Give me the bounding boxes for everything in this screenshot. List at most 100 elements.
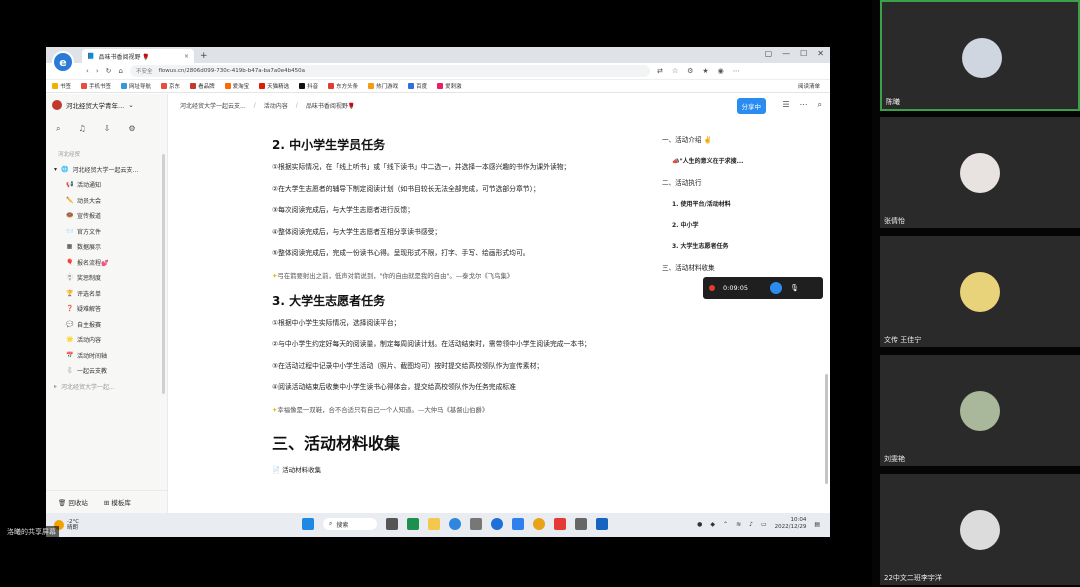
bookmark-item[interactable]: 热门游戏 — [368, 82, 398, 90]
excel-icon[interactable] — [407, 518, 419, 530]
extensions-icon[interactable]: ⚙ — [687, 67, 693, 75]
start-icon[interactable] — [302, 518, 314, 530]
search-icon[interactable]: ⌕ — [56, 124, 60, 140]
participant-tile[interactable]: 陈曦 — [880, 0, 1080, 111]
bookmark-item[interactable]: 看品牌 — [190, 82, 215, 90]
participant-tile[interactable]: 22中文二班李宇洋 — [880, 474, 1080, 585]
settings-icon[interactable]: ⚙ — [128, 124, 135, 140]
screenshot-icon[interactable] — [575, 518, 587, 530]
reading-list[interactable]: 阅读清单 — [798, 82, 820, 90]
sidebar-item[interactable]: ❓ 疑难解答 — [46, 301, 167, 317]
wps-icon[interactable] — [554, 518, 566, 530]
more-icon[interactable]: ⋯ — [800, 100, 808, 110]
collections-star-icon[interactable]: ★ — [702, 67, 708, 75]
search-page-icon[interactable]: ⌕ — [818, 100, 822, 110]
shield-icon[interactable]: ◆ — [710, 521, 715, 528]
edge-icon[interactable] — [449, 518, 461, 530]
back-icon[interactable]: ‹ — [86, 67, 89, 75]
url-field[interactable]: 不安全 flowus.cn/2806d099-730c-419b-b47a-ba… — [129, 65, 650, 77]
minimize-button[interactable]: — — [782, 49, 790, 58]
templates-button[interactable]: ⊞ 模板库 — [104, 497, 131, 507]
sidebar-item[interactable]: 🏆 评选名单 — [46, 286, 167, 302]
workspace-switcher[interactable]: 河北经贸大学青年... ⌄ — [46, 94, 167, 116]
sidebar-item[interactable]: ▦ 数据展示 — [46, 239, 167, 255]
wifi-icon[interactable]: ≋ — [736, 521, 741, 528]
tab-close-icon[interactable]: × — [184, 53, 189, 60]
toc-item[interactable]: 三、活动材料收集 — [662, 262, 822, 272]
page-scrollbar[interactable] — [825, 374, 828, 484]
menu-icon[interactable]: ⋯ — [733, 67, 740, 75]
sidebar-item[interactable]: 🪧 奖惩制度 — [46, 270, 167, 286]
toc-item[interactable]: 📣"人生的意义在于求搜... — [662, 156, 822, 165]
toc-item[interactable]: 一、活动介绍 ✌️ — [662, 134, 822, 144]
image-viewer-icon[interactable] — [596, 518, 608, 530]
sidebar-item[interactable]: 📢 活动通知 — [46, 177, 167, 193]
microphone-icon[interactable]: 🎙 — [790, 284, 799, 292]
sidebar-item[interactable]: 💬 自主报赛 — [46, 317, 167, 333]
sidebar-item[interactable]: 🍩 宣传报道 — [46, 208, 167, 224]
sidebar-item[interactable]: 🌟 活动内容 — [46, 332, 167, 348]
collections-icon[interactable]: ▢ — [765, 49, 773, 58]
volume-icon[interactable]: ♪ — [749, 521, 753, 528]
bookmark-item[interactable]: 手机书签 — [81, 82, 111, 90]
sidebar-item[interactable]: ✏️ 动员大会 — [46, 193, 167, 209]
qq-icon[interactable]: ● — [697, 521, 702, 528]
participant-name: 陈曦 — [886, 98, 900, 106]
participant-avatar — [960, 510, 1000, 550]
share-button[interactable]: 分享中 — [736, 98, 766, 114]
notification-icon[interactable]: ▤ — [814, 521, 820, 528]
chevron-up-icon[interactable]: ⌃ — [723, 521, 728, 528]
sidebar-scrollbar[interactable] — [162, 154, 165, 394]
browser-tab[interactable]: 📘 品味书香阅视野 🌹 × — [82, 49, 194, 63]
new-tab-button[interactable]: + — [200, 51, 208, 61]
browser-icon[interactable] — [491, 518, 503, 530]
maximize-button[interactable]: ☐ — [800, 49, 807, 58]
bookmark-item[interactable]: 书签 — [52, 82, 71, 90]
sidebar-item[interactable]: 📨 官方文件 — [46, 224, 167, 240]
participant-tile[interactable]: 文传 王佳宁 — [880, 236, 1080, 347]
sidebar-tree-root[interactable]: ▾ 🌐 河北经贸大学一起云支... — [46, 162, 167, 177]
bookmark-item[interactable]: 东方头条 — [328, 82, 358, 90]
forward-icon[interactable]: › — [96, 67, 99, 75]
bookmark-item[interactable]: 抖音 — [299, 82, 318, 90]
battery-icon[interactable]: ▭ — [761, 521, 767, 528]
sidebar-item[interactable]: 🐇 一起云支教 — [46, 363, 167, 379]
profile-icon[interactable]: ◉ — [718, 67, 724, 75]
sidebar-tree-more[interactable]: ▸ 河北经贸大学一起... — [46, 379, 167, 394]
toc-item[interactable]: 二、活动执行 — [662, 177, 822, 187]
folder-icon[interactable] — [428, 518, 440, 530]
bookmark-item[interactable]: 天猫精选 — [259, 82, 289, 90]
bookmark-item[interactable]: 爱淘宝 — [224, 82, 249, 90]
favorite-icon[interactable]: ☆ — [672, 67, 678, 75]
translate-icon[interactable]: ⇄ — [657, 67, 663, 75]
breadcrumb-item[interactable]: 活动内容 — [264, 101, 288, 110]
task-view-icon[interactable] — [386, 518, 398, 530]
bookmark-item[interactable]: 百度 — [408, 82, 427, 90]
download-icon[interactable]: ⇩ — [104, 124, 111, 140]
close-window-button[interactable]: ✕ — [817, 49, 824, 58]
bookmark-item[interactable]: 网址导航 — [121, 82, 151, 90]
bookmark-item[interactable]: 爱刺激 — [437, 82, 462, 90]
breadcrumb-item[interactable]: 品味书香阅视野🌹 — [306, 101, 355, 110]
sidebar-item[interactable]: 🎈 报名流程💕 — [46, 255, 167, 271]
meeting-app-icon[interactable] — [512, 518, 524, 530]
trash-button[interactable]: 🗑 回收站 — [58, 497, 88, 507]
refresh-icon[interactable]: ↻ — [106, 67, 112, 75]
outline-icon[interactable]: ☰ — [782, 100, 789, 110]
breadcrumb-item[interactable]: 河北经贸大学一起云支... — [180, 101, 246, 110]
stop-recording-button[interactable] — [770, 282, 783, 294]
bell-icon[interactable]: ♫ — [78, 124, 85, 140]
sidebar-item[interactable]: 📅 活动时间轴 — [46, 348, 167, 364]
taskbar-search[interactable]: ⌕ 搜索 — [323, 518, 377, 530]
app-icon[interactable] — [470, 518, 482, 530]
participant-tile[interactable]: 张倩怡 — [880, 117, 1080, 228]
home-icon[interactable]: ⌂ — [119, 67, 123, 75]
chrome-icon[interactable] — [533, 518, 545, 530]
bookmark-item[interactable]: 京东 — [161, 82, 180, 90]
toc-item[interactable]: 3. 大学生志愿者任务 — [662, 241, 822, 250]
participant-tile[interactable]: 刘雯艳 — [880, 355, 1080, 466]
toc-item[interactable]: 2. 中小学 — [662, 220, 822, 229]
file-link[interactable]: 📄 活动材料收集 — [272, 464, 642, 474]
clock[interactable]: 10:04 2022/12/29 — [775, 517, 807, 531]
toc-item[interactable]: 1. 使用平台/活动材料 — [662, 199, 822, 208]
